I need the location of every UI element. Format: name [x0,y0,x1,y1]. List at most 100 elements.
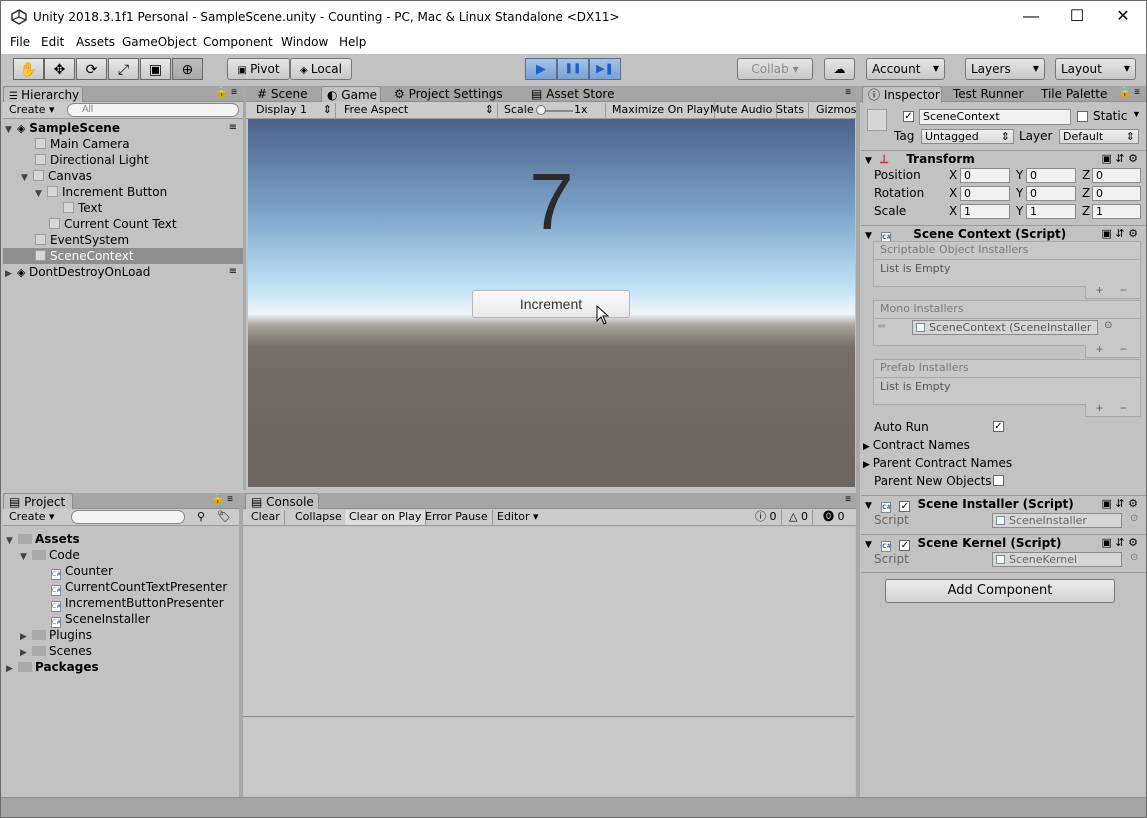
static-dropdown-icon[interactable]: ▼ [1132,109,1141,119]
menu-help[interactable]: Help [339,35,366,49]
game-view[interactable]: 7 Increment [248,119,855,487]
transform-tool-icon[interactable]: ⊕ [172,58,203,80]
project-item[interactable]: C# Counter [3,563,243,580]
mono-add-remove[interactable]: + − [1085,342,1141,358]
add-component-button[interactable]: Add Component [885,579,1115,603]
pivot-button[interactable]: ▣ Pivot [227,58,290,80]
cloud-icon[interactable]: ☁ [824,58,855,80]
hand-tool-icon[interactable]: ✋ [13,58,44,80]
panel-menu-icon[interactable]: 🔒 ≡ [216,87,237,98]
menu-window[interactable]: Window [281,35,328,49]
position-y-field[interactable]: 0 [1026,168,1076,183]
tab-test-runner[interactable]: Test Runner [948,86,1028,103]
object-picker-icon[interactable]: ⊙ [1104,320,1112,331]
display-dropdown[interactable]: Display 1 ⇕ [252,103,336,118]
project-item[interactable]: C# IncrementButtonPresenter [3,595,243,612]
tab-scene[interactable]: # Scene [252,86,312,103]
project-item[interactable]: C# CurrentCountTextPresenter [3,579,243,596]
scale-y-field[interactable]: 1 [1026,204,1076,219]
scale-tool-icon[interactable]: ⤢ [108,58,139,80]
scriptable-add-remove[interactable]: + − [1085,283,1141,299]
hierarchy-item[interactable]: ▼ ◈ SampleScene ≡ [3,120,243,136]
panel-splitter[interactable] [856,86,860,797]
static-checkbox[interactable] [1077,111,1088,122]
play-button[interactable]: ▶ [525,58,557,80]
project-item[interactable]: ▶ Scenes [3,643,243,659]
panel-menu-icon[interactable]: 🔒 ≡ [1119,87,1140,98]
rect-tool-icon[interactable]: ▣ [140,58,171,80]
console-editor-dropdown[interactable]: Editor ▾ [493,510,543,525]
drag-handle-icon[interactable]: ═ [878,321,885,332]
menu-component[interactable]: Component [203,35,273,49]
scene-context-header[interactable]: ▼ C# Scene Context (Script) ▣ ⇵ ⚙ [861,225,1146,243]
console-info-toggle[interactable]: ⓘ 0 [751,510,782,525]
panel-menu-icon[interactable]: 🔒 ≡ [212,494,233,505]
active-checkbox[interactable]: ✓ [903,111,914,122]
panel-menu-icon[interactable]: ≡ [845,87,851,98]
object-picker-icon[interactable]: ⊙ [1130,552,1138,563]
mute-audio-toggle[interactable]: Mute Audio [706,103,778,118]
component-settings-icon[interactable]: ▣ ⇵ ⚙ [1102,151,1138,167]
panel-menu-icon[interactable]: ≡ [845,494,851,505]
tab-tile-palette[interactable]: Tile Palette [1036,86,1112,103]
maximize-button[interactable]: ☐ [1054,1,1100,32]
tab-console[interactable]: ▤ Console [245,493,319,510]
console-detail-area[interactable] [243,718,855,795]
pause-button[interactable]: ❚❚ [557,58,589,80]
rotate-tool-icon[interactable]: ⟳ [76,58,107,80]
collab-button[interactable]: Collab ▾ [737,58,813,80]
tab-inspector[interactable]: ⓘ Inspector [862,86,942,103]
console-warning-toggle[interactable]: △ 0 [785,510,813,525]
hierarchy-item[interactable]: Text [3,200,243,216]
close-button[interactable]: ✕ [1100,1,1146,32]
position-z-field[interactable]: 0 [1092,168,1141,183]
account-dropdown[interactable]: Account ▼ [866,58,945,80]
console-clear-button[interactable]: Clear [247,510,285,525]
gizmos-toggle[interactable]: Gizmos [812,103,861,118]
rotation-y-field[interactable]: 0 [1026,186,1076,201]
hierarchy-item[interactable]: Main Camera [3,136,243,152]
hierarchy-create-button[interactable]: Create ▾ [5,103,59,118]
prefab-add-remove[interactable]: + − [1085,401,1141,417]
hierarchy-item[interactable]: EventSystem [3,232,243,248]
parent-new-objects-checkbox[interactable] [993,475,1004,486]
position-x-field[interactable]: 0 [960,168,1010,183]
rotation-z-field[interactable]: 0 [1092,186,1141,201]
console-error-toggle[interactable]: ⓿ 0 [819,510,849,525]
tag-dropdown[interactable]: Untagged ⇕ [921,129,1014,144]
menu-edit[interactable]: Edit [41,35,64,49]
auto-run-checkbox[interactable]: ✓ [993,421,1004,432]
stats-toggle[interactable]: Stats [772,103,810,118]
menu-file[interactable]: File [10,35,30,49]
scene-kernel-enabled-checkbox[interactable]: ✓ [899,540,911,551]
scale-z-field[interactable]: 1 [1092,204,1141,219]
filter-label-icon[interactable]: 🏷 [213,510,235,525]
project-search-input[interactable] [71,510,185,524]
filter-type-icon[interactable]: ⚲ [193,510,209,525]
project-item[interactable]: C# SceneInstaller [3,611,243,628]
hierarchy-search-input[interactable]: All [67,103,239,117]
transform-header[interactable]: ▼ ⟂ Transform ▣ ⇵ ⚙ [861,150,1146,167]
contract-names-foldout[interactable]: ▶ Contract Names [863,437,970,453]
maximize-on-play-toggle[interactable]: Maximize On Play [608,103,715,118]
console-error-pause-button[interactable]: Error Pause [421,510,493,525]
console-log-list[interactable] [243,527,855,717]
scale-x-field[interactable]: 1 [960,204,1010,219]
panel-splitter[interactable] [243,86,246,490]
rotation-x-field[interactable]: 0 [960,186,1010,201]
layer-dropdown[interactable]: Default ⇕ [1059,129,1139,144]
hierarchy-item[interactable]: ▶ ◈ DontDestroyOnLoad ≡ [3,264,243,280]
step-button[interactable]: ▶❚ [589,58,621,80]
console-collapse-button[interactable]: Collapse [291,510,347,525]
project-item[interactable]: ▼ Code [3,547,243,563]
project-item[interactable]: ▼ Assets [3,531,243,547]
aspect-dropdown[interactable]: Free Aspect ⇕ [340,103,498,118]
project-item[interactable]: ▶ Plugins [3,627,243,643]
minimize-button[interactable]: — [1008,1,1054,32]
tab-project[interactable]: ▤ Project [3,493,73,510]
parent-contract-names-foldout[interactable]: ▶ Parent Contract Names [863,455,1012,471]
console-clear-on-play-button[interactable]: Clear on Play [345,510,427,525]
scene-kernel-header[interactable]: ▼ C# ✓ Scene Kernel (Script) ▣ ⇵ ⚙ [861,534,1146,552]
menu-gameobject[interactable]: GameObject [122,35,197,49]
hierarchy-item[interactable]: ▼ Increment Button [3,184,243,200]
